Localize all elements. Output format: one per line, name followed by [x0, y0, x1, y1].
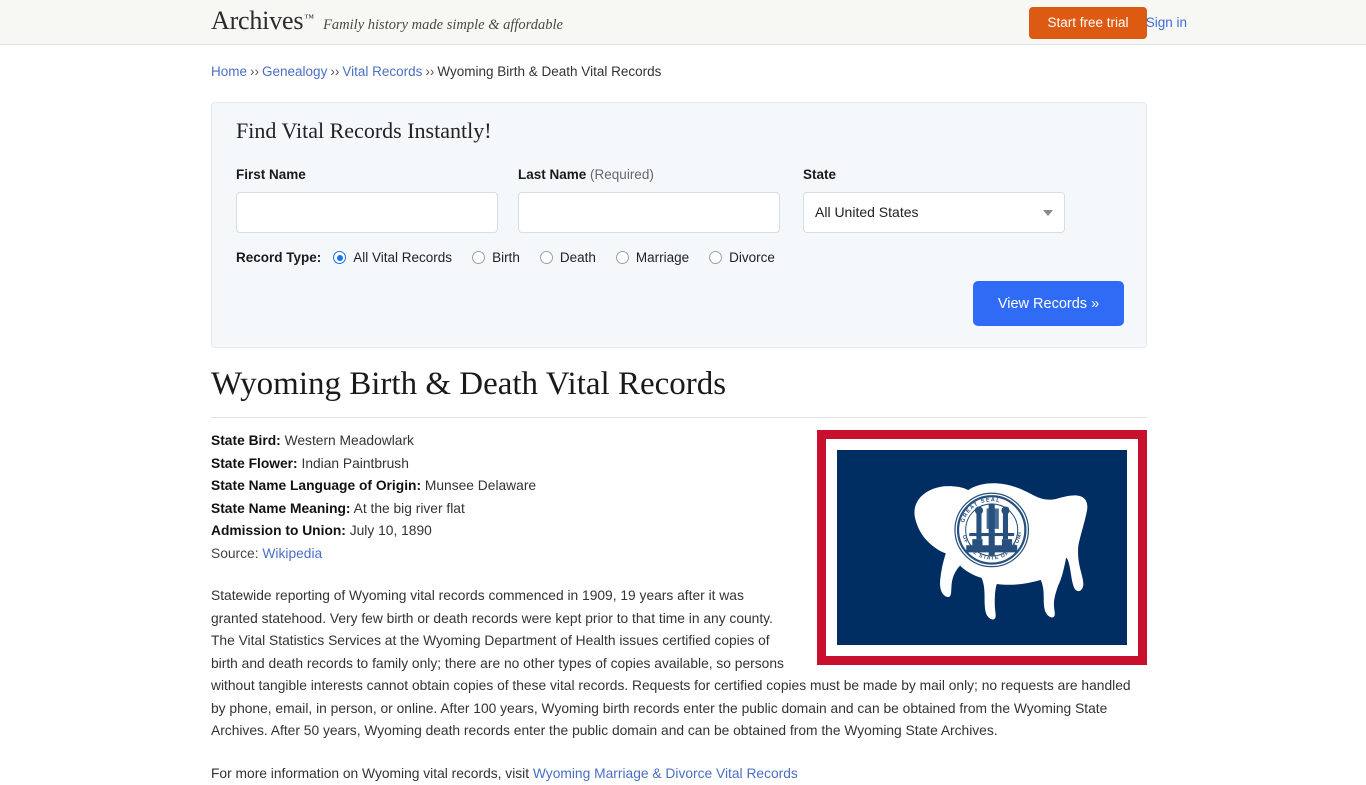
state-select-value: All United States	[815, 204, 919, 220]
breadcrumb-item-genealogy[interactable]: Genealogy	[262, 64, 327, 79]
site-logo[interactable]: Archives™ Family history made simple & a…	[211, 8, 563, 34]
last-name-label: Last Name (Required)	[518, 167, 654, 182]
radio-label: Birth	[492, 250, 520, 265]
last-name-input[interactable]	[518, 192, 780, 233]
chevron-down-icon	[1043, 210, 1053, 216]
site-header: Archives™ Family history made simple & a…	[0, 0, 1366, 45]
fact-value: At the big river flat	[354, 501, 465, 516]
radio-label: Death	[560, 250, 596, 265]
last-name-required-note: (Required)	[590, 167, 654, 182]
radio-death[interactable]: Death	[540, 250, 596, 265]
source-label: Source:	[211, 546, 259, 561]
first-name-input[interactable]	[236, 192, 498, 233]
radio-indicator[interactable]	[616, 251, 629, 264]
trademark-icon: ™	[304, 13, 314, 24]
start-free-trial-button[interactable]: Start free trial	[1029, 7, 1147, 39]
radio-birth[interactable]: Birth	[472, 250, 520, 265]
fact-label: State Bird:	[211, 433, 281, 448]
article-body: GREAT SEAL GREAT SEAL OF THE STATE OF WY…	[211, 430, 1147, 785]
radio-marriage[interactable]: Marriage	[616, 250, 689, 265]
state-select[interactable]: All United States	[803, 192, 1065, 233]
record-type-group: Record Type: All Vital Records Birth Dea…	[236, 250, 795, 265]
radio-all-vital-records[interactable]: All Vital Records	[333, 250, 452, 265]
vital-records-search-panel: Find Vital Records Instantly! First Name…	[211, 102, 1147, 348]
view-records-button[interactable]: View Records »	[973, 281, 1124, 326]
wyoming-state-flag-image: GREAT SEAL GREAT SEAL OF THE STATE OF WY…	[817, 430, 1147, 665]
sign-in-link[interactable]: Sign in	[1146, 15, 1187, 30]
breadcrumb-separator: ››	[330, 64, 339, 79]
record-type-label: Record Type:	[236, 250, 321, 265]
source-wikipedia-link[interactable]: Wikipedia	[262, 546, 322, 561]
state-label: State	[803, 167, 836, 182]
radio-indicator[interactable]	[472, 251, 485, 264]
radio-indicator[interactable]	[709, 251, 722, 264]
breadcrumb-item-vital-records[interactable]: Vital Records	[342, 64, 422, 79]
fact-label: Admission to Union:	[211, 523, 346, 538]
breadcrumb-item-home[interactable]: Home	[211, 64, 247, 79]
radio-divorce[interactable]: Divorce	[709, 250, 775, 265]
breadcrumb-separator: ››	[425, 64, 434, 79]
article-paragraph-2: For more information on Wyoming vital re…	[211, 763, 1147, 785]
search-panel-title: Find Vital Records Instantly!	[236, 118, 492, 144]
breadcrumb: Home››Genealogy››Vital Records››Wyoming …	[211, 64, 661, 79]
radio-label: Marriage	[636, 250, 689, 265]
brand-name: Archives	[211, 8, 303, 34]
page-title: Wyoming Birth & Death Vital Records	[211, 366, 1147, 418]
breadcrumb-item-current: Wyoming Birth & Death Vital Records	[437, 64, 661, 79]
fact-label: State Flower:	[211, 456, 298, 471]
radio-indicator[interactable]	[540, 251, 553, 264]
radio-label: Divorce	[729, 250, 775, 265]
fact-value: July 10, 1890	[350, 523, 432, 538]
radio-label: All Vital Records	[353, 250, 452, 265]
first-name-label: First Name	[236, 167, 306, 182]
breadcrumb-separator: ››	[250, 64, 259, 79]
fact-value: Indian Paintbrush	[301, 456, 408, 471]
brand-tagline: Family history made simple & affordable	[323, 17, 563, 34]
fact-value: Western Meadowlark	[285, 433, 414, 448]
fact-label: State Name Language of Origin:	[211, 478, 421, 493]
radio-indicator-selected[interactable]	[333, 251, 346, 264]
fact-value: Munsee Delaware	[425, 478, 536, 493]
fact-label: State Name Meaning:	[211, 501, 351, 516]
